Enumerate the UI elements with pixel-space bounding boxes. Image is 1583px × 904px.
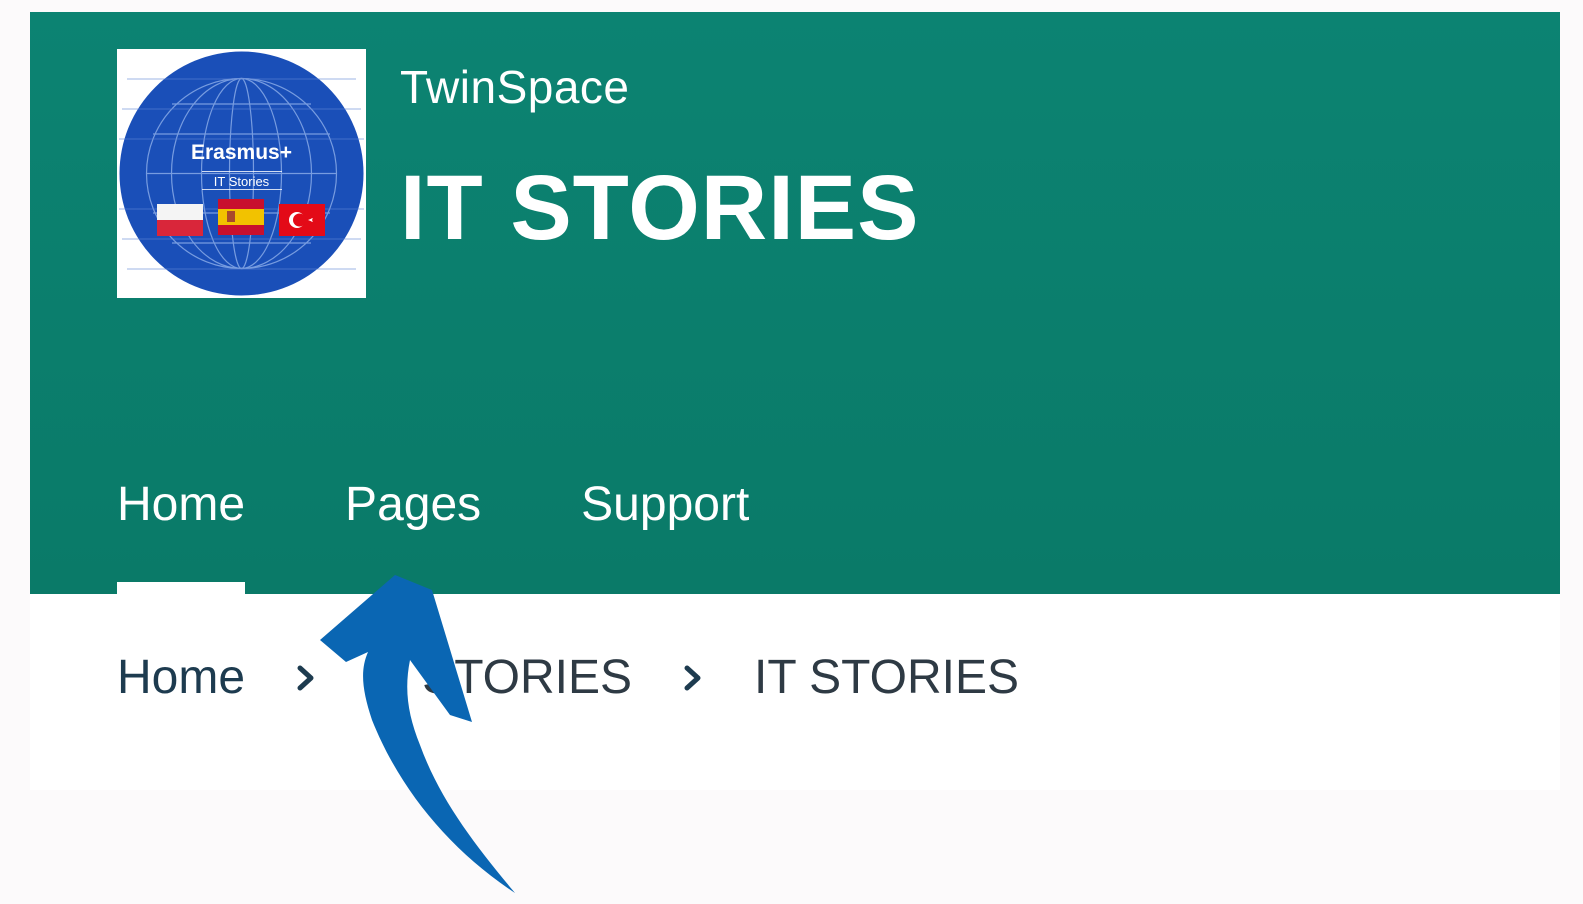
logo-title-text: Erasmus+: [191, 141, 292, 164]
logo-subtitle-text: IT Stories: [214, 174, 270, 189]
breadcrumb-project-link[interactable]: IT STORIES: [367, 650, 632, 705]
nav-item-support[interactable]: Support: [581, 477, 749, 594]
nav-item-label: Home: [117, 478, 246, 531]
poland-flag-icon: [157, 204, 203, 236]
chevron-right-icon: [295, 664, 317, 692]
spain-flag-icon: [218, 199, 264, 235]
nav-item-label: Support: [581, 478, 750, 531]
breadcrumb: Home IT STORIES IT STORIES: [117, 650, 1019, 705]
turkey-flag-icon: [279, 204, 325, 236]
nav-item-home[interactable]: Home: [117, 477, 246, 594]
active-tab-indicator: [117, 582, 246, 594]
site-title[interactable]: IT STORIES: [400, 162, 920, 254]
chevron-right-icon: [682, 664, 704, 692]
nav-item-label: Pages: [345, 478, 482, 531]
nav-item-pages[interactable]: Pages: [345, 477, 481, 594]
breadcrumb-current-page: IT STORIES: [754, 651, 1019, 704]
site-header: Erasmus+ IT Stories TwinSpace IT STORIES…: [30, 12, 1560, 594]
brand-name[interactable]: TwinSpace: [400, 60, 630, 114]
project-logo[interactable]: Erasmus+ IT Stories: [117, 49, 366, 298]
breadcrumb-home-link[interactable]: Home: [117, 650, 245, 705]
erasmus-globe-logo-icon: Erasmus+ IT Stories: [119, 51, 364, 296]
main-navigation: Home Pages Support: [117, 477, 849, 594]
page-frame: Erasmus+ IT Stories TwinSpace IT STORIES…: [30, 12, 1560, 790]
